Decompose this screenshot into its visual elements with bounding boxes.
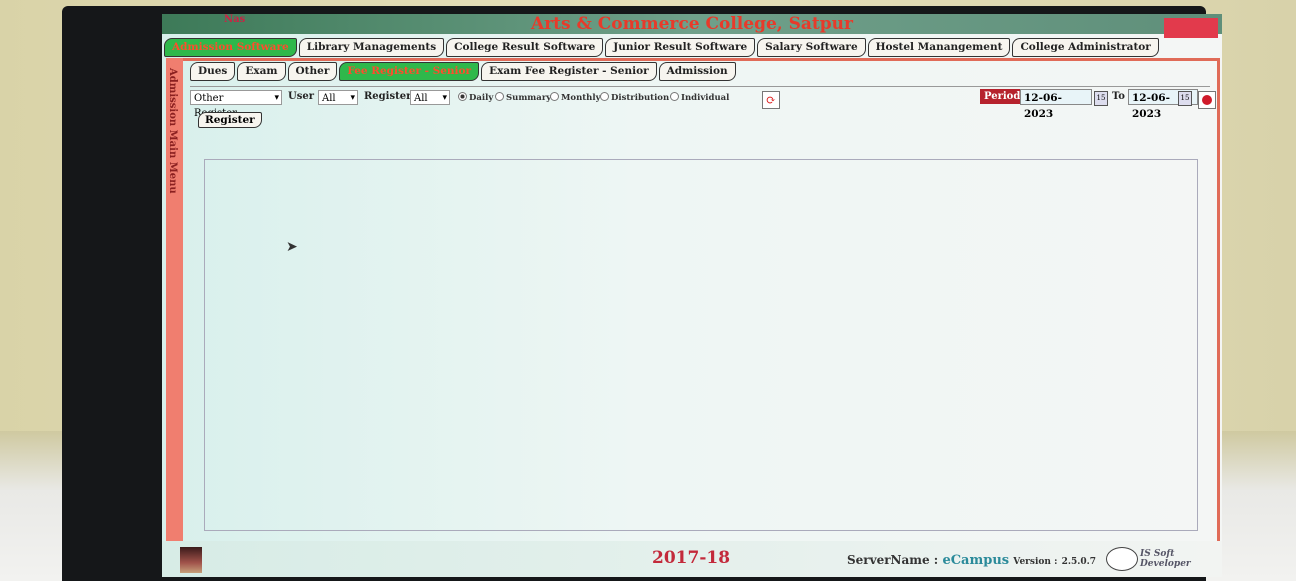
radio-distribution[interactable]: Distribution [600, 92, 669, 103]
tab-library-managements[interactable]: Library Managements [298, 38, 445, 57]
report-toolbar: Other Register User All Register All Dai… [190, 86, 1216, 120]
close-button[interactable] [1164, 18, 1218, 38]
monitor-bezel: Nas Arts & Commerce College, Satpur Admi… [62, 6, 1222, 581]
version-value: 2.5.0.7 [1061, 557, 1097, 567]
refresh-icon[interactable]: ⟳ [762, 91, 780, 109]
title-bar: Nas Arts & Commerce College, Satpur [162, 14, 1222, 38]
tab-college-administrator[interactable]: College Administrator [1012, 38, 1159, 57]
tab-college-result-software[interactable]: College Result Software [446, 38, 604, 57]
vendor-logo-text: IS Soft Developer [1140, 549, 1191, 569]
register-label: Register [364, 91, 412, 102]
radio-individual[interactable]: Individual [670, 92, 729, 103]
period-label: Period [980, 89, 1025, 104]
tab-other[interactable]: Other [287, 62, 338, 81]
version-label: Version : [1013, 557, 1058, 567]
tab-exam[interactable]: Exam [237, 62, 286, 81]
side-menu-label: Admission Main Menu [167, 68, 178, 194]
tab-exam-fee-register-senior[interactable]: Exam Fee Register - Senior [481, 62, 657, 81]
report-type-select[interactable]: Other Register [190, 90, 282, 119]
status-bar: 2017-18 ServerName : eCampus Version : 2… [162, 541, 1222, 577]
user-label: User [288, 91, 314, 102]
main-tab-bar: Admission Software Library Managements C… [164, 38, 1159, 58]
academic-year: 2017-18 [652, 548, 731, 568]
tab-junior-result-software[interactable]: Junior Result Software [605, 38, 756, 57]
tab-admission[interactable]: Admission [658, 62, 736, 81]
server-name: eCampus [942, 553, 1010, 568]
user-select[interactable]: All [318, 90, 358, 106]
radio-summary[interactable]: Summary [495, 92, 551, 103]
register-button[interactable]: Register [198, 112, 262, 128]
mouse-cursor-icon: ➤ [286, 239, 298, 255]
report-area [204, 159, 1198, 531]
server-info: ServerName : eCampus Version : 2.5.0.7 [847, 553, 1096, 568]
calendar-icon[interactable]: 15 [1094, 91, 1108, 106]
app-window: Nas Arts & Commerce College, Satpur Admi… [162, 14, 1222, 577]
to-label: To [1112, 91, 1125, 102]
stop-icon[interactable] [1198, 91, 1216, 109]
tab-hostel-management[interactable]: Hostel Manangement [867, 38, 1011, 57]
calendar-icon[interactable]: 15 [1178, 91, 1192, 106]
sub-tab-bar: Dues Exam Other Fee Register - Senior Ex… [190, 62, 736, 81]
vendor-logo-icon [1106, 547, 1138, 571]
avatar [180, 547, 202, 573]
tab-dues[interactable]: Dues [190, 62, 236, 81]
app-title: Arts & Commerce College, Satpur [531, 14, 853, 34]
tab-salary-software[interactable]: Salary Software [757, 38, 866, 57]
server-label: ServerName : [847, 553, 939, 567]
tab-admission-software[interactable]: Admission Software [164, 38, 297, 57]
register-select[interactable]: All [410, 90, 450, 106]
radio-monthly[interactable]: Monthly [550, 92, 601, 103]
from-date-field[interactable]: 12-06-2023 [1020, 89, 1092, 120]
side-menu[interactable]: Admission Main Menu [166, 58, 183, 544]
radio-daily[interactable]: Daily [458, 92, 493, 103]
tab-fee-register-senior[interactable]: Fee Register - Senior [339, 62, 480, 81]
